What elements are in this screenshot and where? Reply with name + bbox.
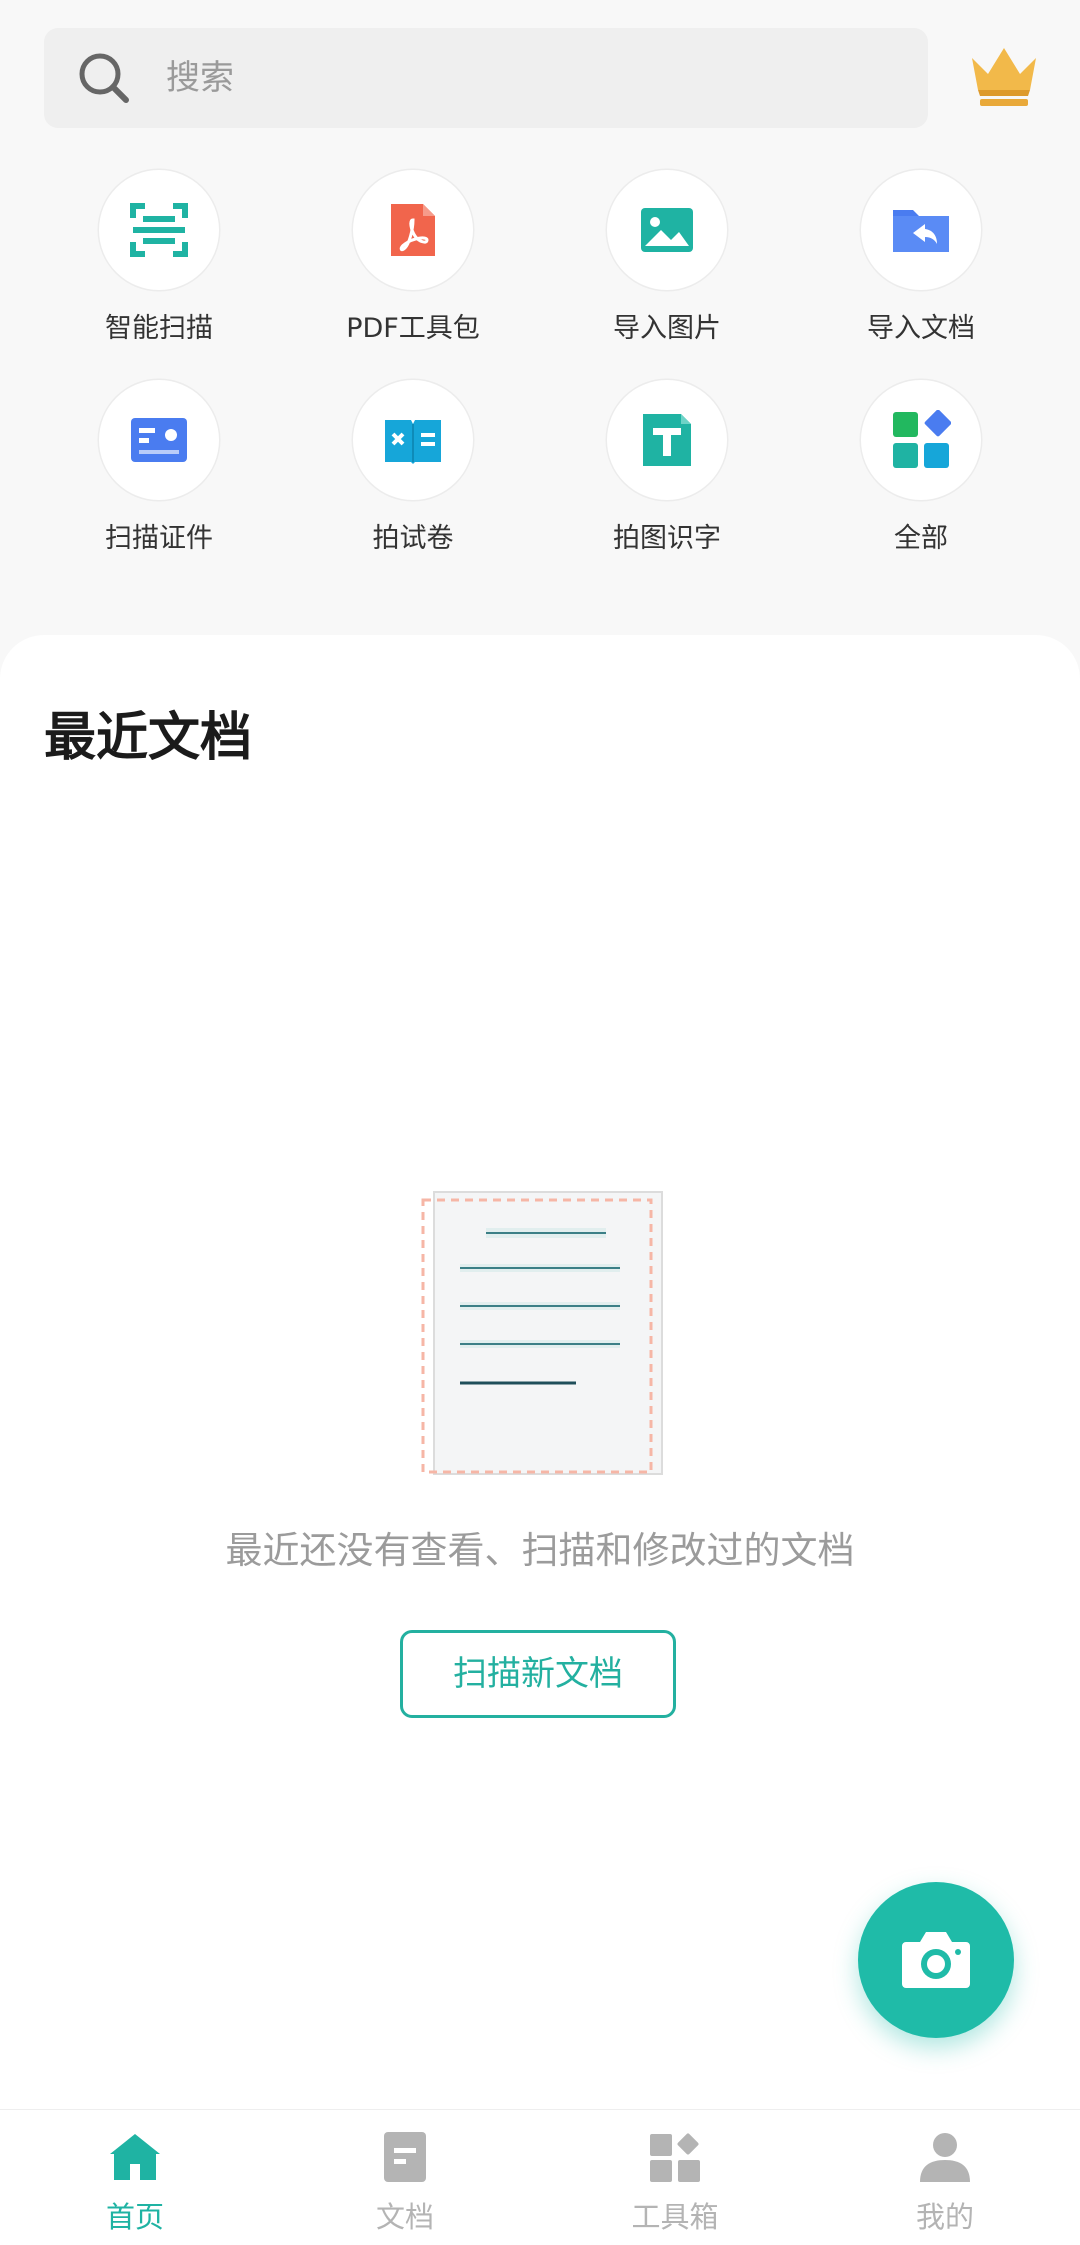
nav-documents[interactable]: 文档	[270, 2110, 540, 2245]
tool-circle	[607, 170, 727, 290]
text-ocr-icon	[643, 414, 691, 466]
crown-icon[interactable]	[968, 44, 1040, 108]
tool-circle	[99, 380, 219, 500]
all-apps-icon	[893, 410, 951, 468]
user-icon	[920, 2133, 970, 2182]
nav-label: 工具箱	[631, 2200, 719, 2234]
nav-toolbox[interactable]: 工具箱	[540, 2110, 810, 2245]
tool-circle	[861, 380, 981, 500]
smart-scan-icon	[130, 203, 188, 257]
empty-state-message: 最近还没有查看、扫描和修改过的文档	[225, 1529, 855, 1572]
tool-pdf-kit[interactable]: PDF工具包	[286, 170, 540, 345]
camera-fab-button[interactable]	[858, 1882, 1014, 2038]
camera-icon	[902, 1932, 970, 1988]
tool-import-document[interactable]: 导入文档	[794, 170, 1048, 345]
bottom-navigation: 首页 文档 工具箱 我的	[0, 2109, 1080, 2245]
tool-label: PDF工具包	[346, 313, 480, 344]
tool-label: 全部	[894, 523, 948, 554]
recent-title: 最近文档	[44, 708, 253, 768]
tool-circle	[99, 170, 219, 290]
tool-label: 导入文档	[867, 313, 975, 344]
tool-circle	[353, 380, 473, 500]
tool-label: 拍图识字	[613, 523, 721, 554]
nav-home[interactable]: 首页	[0, 2110, 270, 2245]
tool-circle	[353, 170, 473, 290]
search-bar[interactable]: 搜索	[44, 28, 928, 128]
document-icon	[384, 2132, 426, 2182]
tool-all[interactable]: 全部	[794, 380, 1048, 555]
nav-label: 文档	[375, 2200, 434, 2234]
tool-scan-id[interactable]: 扫描证件	[32, 380, 286, 555]
folder-import-icon	[893, 210, 949, 252]
tool-import-image[interactable]: 导入图片	[540, 170, 794, 345]
tool-label: 扫描证件	[105, 523, 213, 554]
search-icon	[79, 53, 129, 103]
pdf-icon	[391, 204, 435, 256]
home-icon	[110, 2134, 160, 2180]
nav-label: 我的	[915, 2200, 974, 2234]
exam-book-icon	[385, 420, 441, 464]
id-card-icon	[131, 418, 187, 462]
nav-me[interactable]: 我的	[810, 2110, 1080, 2245]
tool-smart-scan[interactable]: 智能扫描	[32, 170, 286, 345]
tool-label: 拍试卷	[372, 523, 454, 554]
nav-label: 首页	[105, 2200, 164, 2234]
tool-label: 导入图片	[613, 313, 721, 344]
tool-ocr[interactable]: 拍图识字	[540, 380, 794, 555]
tool-exam-paper[interactable]: 拍试卷	[286, 380, 540, 555]
empty-document-illustration	[421, 1191, 663, 1475]
image-icon	[641, 208, 693, 252]
tool-circle	[861, 170, 981, 290]
scan-new-document-button[interactable]: 扫描新文档	[400, 1630, 676, 1718]
tool-label: 智能扫描	[105, 313, 213, 344]
search-input[interactable]: 搜索	[166, 28, 234, 128]
toolbox-icon	[650, 2133, 700, 2182]
tool-circle	[607, 380, 727, 500]
